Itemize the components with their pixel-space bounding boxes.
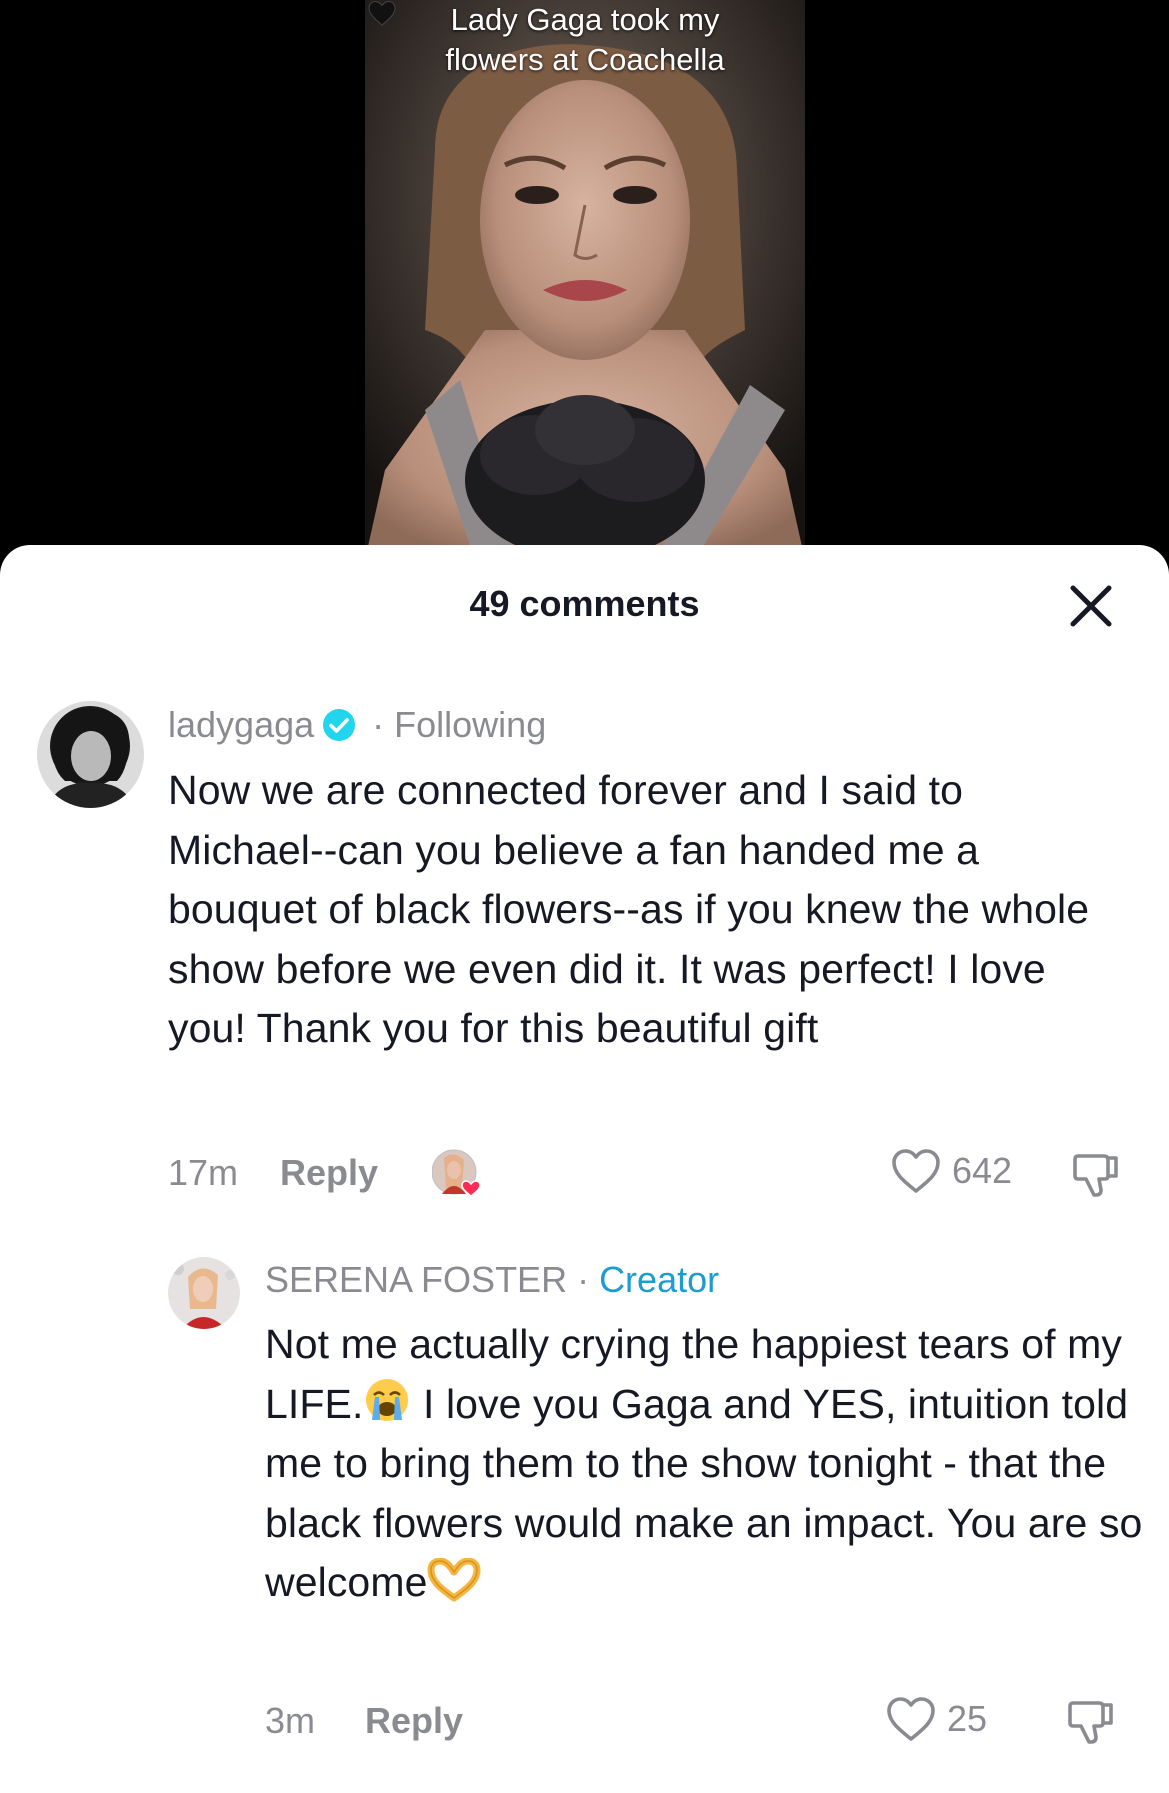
- video-frame[interactable]: Lady Gaga took my flowers at Coachella: [365, 0, 805, 560]
- reply-comment-item: SERENA FOSTER · Creator Not me actually …: [0, 545, 1169, 1793]
- comment-author-row: SERENA FOSTER · Creator: [265, 1257, 719, 1303]
- caption-line-2: flowers at Coachella: [445, 42, 725, 77]
- avatar[interactable]: [168, 1257, 240, 1329]
- separator-dot: ·: [577, 1259, 590, 1300]
- thumbs-down-icon: [1068, 1701, 1113, 1744]
- comment-text: Not me actually crying the happiest tear…: [265, 1315, 1145, 1613]
- like-count: 25: [947, 1698, 988, 1739]
- video-caption: Lady Gaga took my flowers at Coachella: [365, 0, 805, 80]
- black-heart-icon: [368, 0, 396, 26]
- like-button[interactable]: 25: [885, 1694, 987, 1744]
- comment-timestamp: 3m: [265, 1700, 316, 1741]
- dislike-button[interactable]: [1065, 1695, 1117, 1747]
- comment-author-name[interactable]: SERENA FOSTER: [265, 1259, 567, 1301]
- reply-button[interactable]: Reply: [365, 1700, 463, 1742]
- loudly-crying-face-icon: [366, 1378, 409, 1421]
- video-player[interactable]: Lady Gaga took my flowers at Coachella: [0, 0, 1169, 560]
- comments-sheet: 49 comments ladygaga · Following Now we …: [0, 545, 1169, 1793]
- creator-tag: Creator: [599, 1259, 720, 1300]
- heart-outline-icon: [887, 1697, 935, 1741]
- video-still-image: [365, 0, 805, 560]
- heart-hands-icon: [427, 1558, 481, 1602]
- caption-line-1: Lady Gaga took my: [450, 2, 720, 37]
